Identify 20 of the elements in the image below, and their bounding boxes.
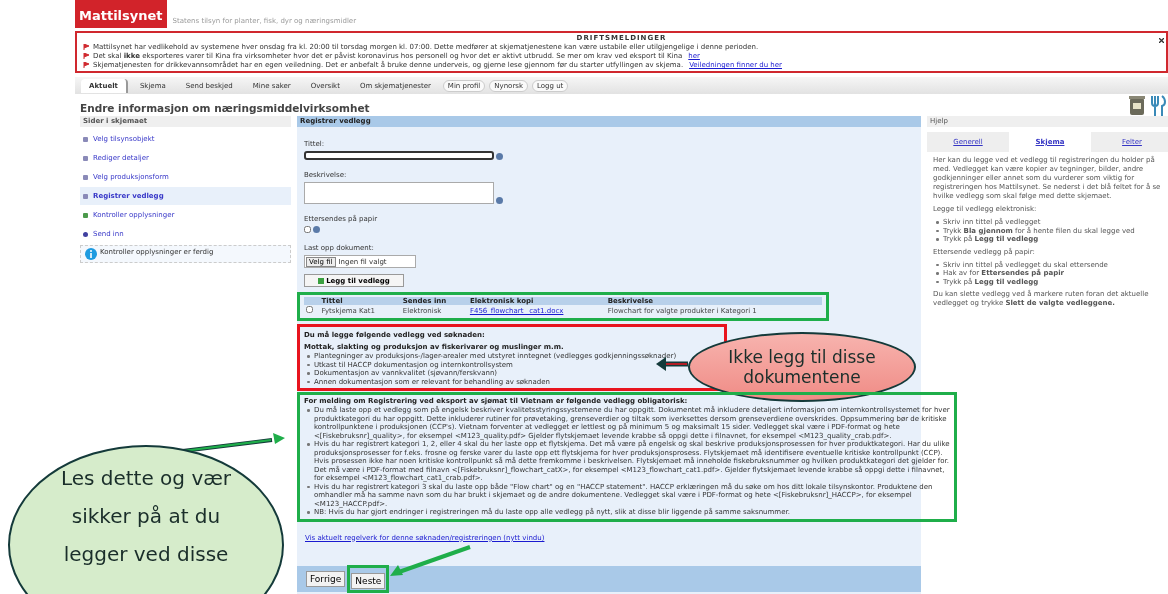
callout-text: Les dette og vær sikker på at du legger ved disse bbox=[59, 465, 233, 568]
logo: Mattilsynet bbox=[75, 0, 167, 28]
next-button[interactable]: Neste bbox=[351, 573, 386, 589]
help-icon[interactable] bbox=[496, 153, 503, 160]
flag-icon bbox=[83, 44, 90, 50]
description-input[interactable] bbox=[304, 182, 494, 204]
close-icon[interactable] bbox=[1159, 38, 1164, 43]
row-checkbox[interactable] bbox=[306, 306, 313, 313]
flag-icon bbox=[83, 62, 90, 68]
paper-checkbox[interactable] bbox=[304, 226, 311, 233]
help-icon[interactable] bbox=[313, 226, 320, 233]
flag-icon bbox=[83, 53, 90, 59]
info-icon bbox=[85, 248, 97, 260]
plus-icon bbox=[318, 277, 325, 284]
page-title: Endre informasjon om næringsmiddelvirksomhet bbox=[80, 102, 370, 114]
title-input[interactable] bbox=[304, 151, 494, 160]
dot-icon bbox=[83, 231, 88, 237]
callout-text: Ikke legg til disse dokumentene bbox=[727, 347, 877, 387]
previous-button[interactable]: Forrige bbox=[306, 571, 346, 587]
help-icon[interactable] bbox=[496, 197, 503, 204]
